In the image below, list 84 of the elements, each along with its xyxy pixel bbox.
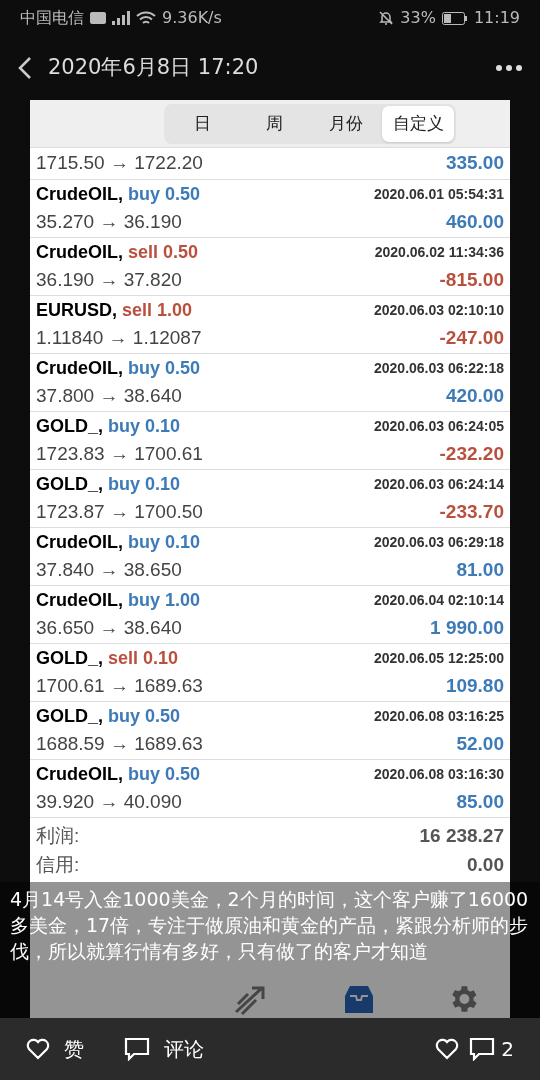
summary-label: 利润: <box>36 824 80 849</box>
price-range: 1700.61 → 1689.63 <box>36 673 203 698</box>
heart-icon[interactable] <box>435 1038 460 1060</box>
symbol-name: CrudeOIL, <box>36 240 123 264</box>
symbol-name: CrudeOIL, <box>36 182 123 206</box>
comment-count: 2 <box>501 1036 514 1063</box>
price-range: 1723.87 → 1700.50 <box>36 499 203 524</box>
trade-volume: buy 0.50 <box>108 704 181 728</box>
trade-volume: buy 0.10 <box>108 414 181 438</box>
profit-amount: 1 990.00 <box>430 615 504 640</box>
like-button[interactable]: 赞 <box>26 1034 84 1064</box>
period-tab[interactable]: 周 <box>238 105 310 142</box>
comment-icon[interactable] <box>469 1037 496 1061</box>
summary-value: 16 238.27 <box>419 824 504 849</box>
symbol-name: CrudeOIL, <box>36 530 123 554</box>
symbol-name: CrudeOIL, <box>36 588 123 612</box>
price-range: 36.190 → 37.820 <box>36 267 182 292</box>
trade-time: 2020.06.04 02:10:14 <box>374 590 504 610</box>
trade-volume: sell 0.50 <box>128 240 199 264</box>
symbol-name: EURUSD, <box>36 298 117 322</box>
profit-amount: 460.00 <box>445 209 504 234</box>
period-tab[interactable]: 自定义 <box>382 105 454 142</box>
profit-amount: 81.00 <box>456 557 504 582</box>
heart-icon <box>26 1038 50 1060</box>
trade-time: 2020.06.03 06:29:18 <box>374 532 504 552</box>
trade-volume: buy 0.10 <box>128 530 201 554</box>
profit-amount: 420.00 <box>445 383 504 408</box>
more-icon[interactable] <box>496 65 522 71</box>
profit-amount: 52.00 <box>456 731 504 756</box>
price-range: 1.11840 → 1.12087 <box>36 325 202 350</box>
signal-icon <box>112 11 130 25</box>
bell-off-icon <box>378 10 395 26</box>
trade-volume: sell 0.10 <box>108 646 179 670</box>
post-date-title: 2020年6月8日 17:20 <box>48 54 259 82</box>
price-range: 37.800 → 38.640 <box>36 383 182 408</box>
trade-time: 2020.06.03 02:10:10 <box>374 300 504 320</box>
symbol-name: CrudeOIL, <box>36 356 123 380</box>
trade-volume: buy 0.50 <box>128 356 201 380</box>
profit-amount: -232.20 <box>439 441 504 466</box>
trade-time: 2020.06.08 03:16:25 <box>374 706 504 726</box>
period-tab[interactable]: 月份 <box>310 105 382 142</box>
period-tab[interactable]: 日 <box>166 105 238 142</box>
battery-percent: 33% <box>400 7 436 29</box>
trade-time: 2020.06.08 03:16:30 <box>374 764 504 784</box>
price-range: 35.270 → 36.190 <box>36 209 182 234</box>
trade-volume: buy 0.50 <box>128 762 201 786</box>
summary-label: 信用: <box>36 853 80 878</box>
wifi-icon <box>136 10 156 26</box>
symbol-name: GOLD_, <box>36 472 103 496</box>
trade-time: 2020.06.03 06:22:18 <box>374 358 504 378</box>
comment-icon <box>124 1037 150 1061</box>
price-range: 36.650 → 38.640 <box>36 615 182 640</box>
profit-amount: 85.00 <box>456 789 504 814</box>
trade-volume: sell 1.00 <box>122 298 193 322</box>
profit-amount: 335.00 <box>445 151 504 176</box>
network-speed: 9.36K/s <box>162 7 222 29</box>
price-range: 37.840 → 38.650 <box>36 557 182 582</box>
profit-amount: -233.70 <box>439 499 504 524</box>
trade-time: 2020.06.03 06:24:05 <box>374 416 504 436</box>
profit-amount: -247.00 <box>439 325 504 350</box>
battery-icon <box>441 11 468 25</box>
symbol-name: GOLD_, <box>36 646 103 670</box>
summary-value: 0.00 <box>467 853 504 878</box>
trade-volume: buy 0.10 <box>108 472 181 496</box>
price-range: 1723.83 → 1700.61 <box>36 441 203 466</box>
trade-volume: buy 0.50 <box>128 182 201 206</box>
price-range: 1688.59 → 1689.63 <box>36 731 203 756</box>
trade-volume: buy 1.00 <box>128 588 201 612</box>
carrier-name: 中国电信 <box>20 7 84 29</box>
clock: 11:19 <box>473 7 520 29</box>
trade-time: 2020.06.03 06:24:14 <box>374 474 504 494</box>
trade-time: 2020.06.01 05:54:31 <box>374 184 504 204</box>
back-icon[interactable] <box>18 56 32 80</box>
comment-button[interactable]: 评论 <box>124 1034 204 1064</box>
profit-amount: 109.80 <box>445 673 504 698</box>
symbol-name: GOLD_, <box>36 414 103 438</box>
profit-amount: -815.00 <box>439 267 504 292</box>
price-range: 1715.50 → 1722.20 <box>36 151 203 176</box>
symbol-name: GOLD_, <box>36 704 103 728</box>
trade-time: 2020.06.05 12:25:00 <box>374 648 504 668</box>
price-range: 39.920 → 40.090 <box>36 789 182 814</box>
trade-time: 2020.06.02 11:34:36 <box>374 242 504 262</box>
inbox-icon[interactable] <box>342 984 376 1016</box>
symbol-name: CrudeOIL, <box>36 762 123 786</box>
